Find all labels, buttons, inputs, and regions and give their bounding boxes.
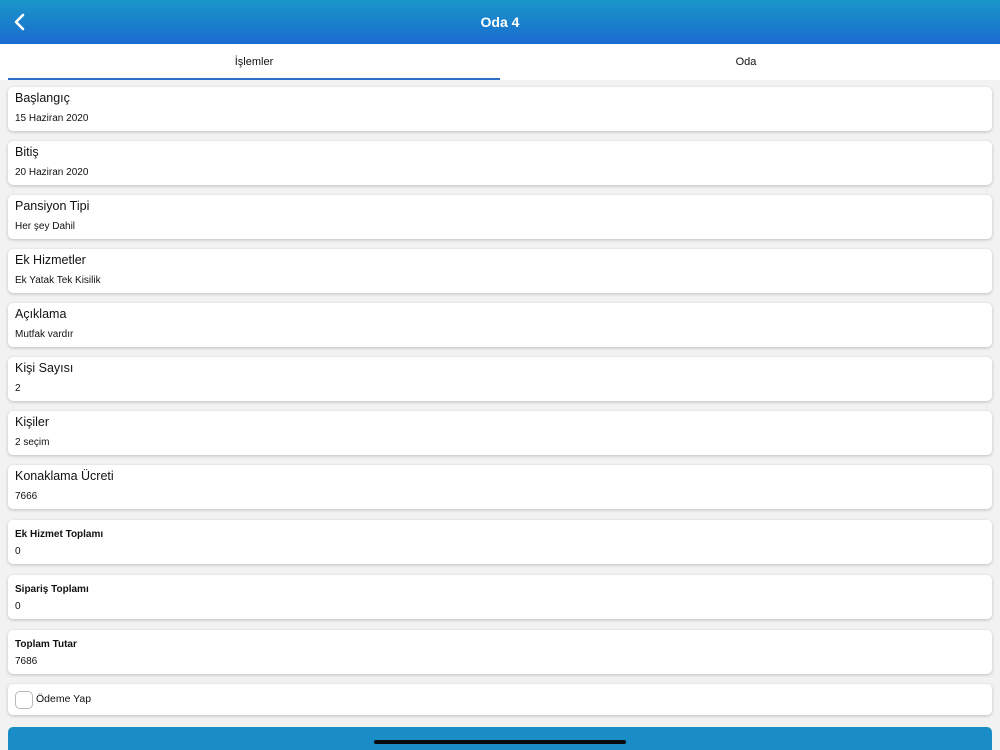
field-label: Başlangıç — [15, 91, 70, 105]
total-value: 7686 — [15, 656, 38, 667]
field-label: Ek Hizmetler — [15, 253, 86, 267]
payment-checkbox-row[interactable]: Ödeme Yap — [8, 684, 992, 715]
payment-checkbox[interactable] — [15, 691, 33, 709]
field-value: Ek Yatak Tek Kisilik — [15, 275, 101, 286]
field-value: 20 Haziran 2020 — [15, 167, 89, 178]
field-card-konaklama-ucreti[interactable]: Konaklama Ücreti 7666 — [8, 465, 992, 509]
active-tab-indicator — [8, 78, 500, 80]
field-label: Bitiş — [15, 145, 39, 159]
total-value: 0 — [15, 601, 21, 612]
field-value: 7666 — [15, 491, 38, 502]
field-value: 2 seçim — [15, 437, 50, 448]
total-label: Toplam Tutar — [15, 639, 77, 650]
total-card-ek-hizmet: Ek Hizmet Toplamı 0 — [8, 520, 992, 564]
field-label: Kişi Sayısı — [15, 361, 74, 375]
total-card-siparis: Sipariş Toplamı 0 — [8, 575, 992, 619]
field-card-kisiler[interactable]: Kişiler 2 seçim — [8, 411, 992, 455]
field-value: 2 — [15, 383, 21, 394]
nav-header: Oda 4 — [0, 0, 1000, 44]
home-indicator — [374, 740, 626, 744]
field-label: Konaklama Ücreti — [15, 469, 114, 483]
field-label: Açıklama — [15, 307, 67, 321]
field-card-ek-hizmetler[interactable]: Ek Hizmetler Ek Yatak Tek Kisilik — [8, 249, 992, 293]
tab-bar: İşlemler Oda — [0, 44, 1000, 80]
total-card-toplam-tutar: Toplam Tutar 7686 — [8, 630, 992, 674]
page-title: Oda 4 — [480, 14, 520, 30]
field-value: Her şey Dahil — [15, 221, 76, 232]
field-value: 15 Haziran 2020 — [15, 113, 89, 124]
tab-islemler[interactable]: İşlemler — [8, 44, 500, 80]
total-label: Ek Hizmet Toplamı — [15, 529, 104, 540]
field-card-aciklama[interactable]: Açıklama Mutfak vardır — [8, 303, 992, 347]
field-card-pansiyon-tipi[interactable]: Pansiyon Tipi Her şey Dahil — [8, 195, 992, 239]
field-card-bitis[interactable]: Bitiş 20 Haziran 2020 — [8, 141, 992, 185]
field-value: Mutfak vardır — [15, 329, 74, 340]
total-value: 0 — [15, 546, 21, 557]
payment-checkbox-label: Ödeme Yap — [36, 693, 92, 705]
field-label: Kişiler — [15, 415, 50, 429]
field-card-kisi-sayisi[interactable]: Kişi Sayısı 2 — [8, 357, 992, 401]
field-card-baslangic[interactable]: Başlangıç 15 Haziran 2020 — [8, 87, 992, 131]
total-label: Sipariş Toplamı — [15, 584, 89, 595]
bottom-action-bar[interactable] — [8, 727, 992, 750]
field-label: Pansiyon Tipi — [15, 199, 90, 213]
tab-oda[interactable]: Oda — [500, 44, 992, 80]
